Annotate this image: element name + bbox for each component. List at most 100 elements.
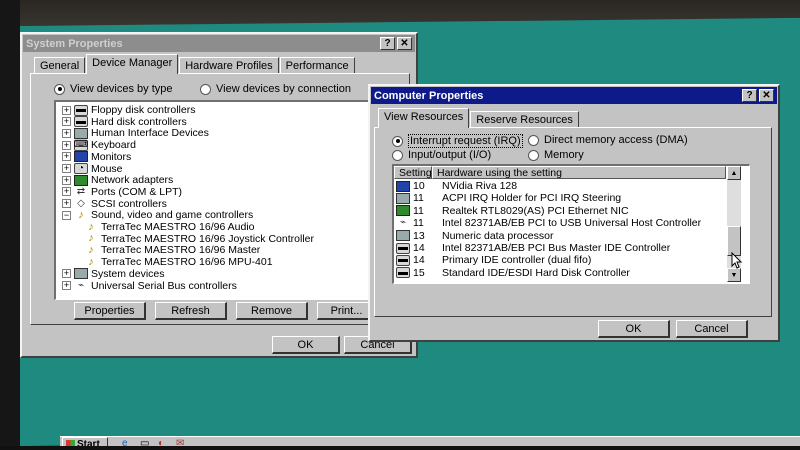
setting-cell: 14 bbox=[413, 242, 425, 254]
help-button[interactable]: ? bbox=[380, 37, 395, 50]
properties-button[interactable]: Properties bbox=[74, 302, 146, 320]
tab-performance[interactable]: Performance bbox=[279, 57, 355, 74]
radio-selected-icon bbox=[392, 135, 403, 147]
tree-item[interactable]: − ♪ Sound, video and game controllers bbox=[62, 209, 253, 221]
expand-icon[interactable]: + bbox=[62, 128, 71, 138]
radio-icon bbox=[528, 134, 539, 146]
expand-icon[interactable]: + bbox=[62, 105, 71, 115]
io-radio[interactable]: Input/output (I/O) bbox=[392, 149, 491, 161]
drive-icon: ▬ bbox=[396, 242, 410, 254]
tree-item[interactable]: + ▬ Hard disk controllers bbox=[62, 116, 187, 128]
expand-icon[interactable]: + bbox=[62, 199, 71, 209]
table-row[interactable]: 13 Numeric data processor bbox=[396, 230, 553, 242]
tree-item-label: Universal Serial Bus controllers bbox=[91, 279, 237, 292]
table-row[interactable]: ▬ 15 Standard IDE/ESDI Hard Disk Controlle… bbox=[396, 267, 630, 279]
tree-item[interactable]: + ▬ Floppy disk controllers bbox=[62, 104, 195, 116]
dma-radio[interactable]: Direct memory access (DMA) bbox=[528, 134, 688, 146]
expand-icon[interactable]: + bbox=[62, 187, 71, 197]
ok-button[interactable]: OK bbox=[598, 320, 670, 338]
refresh-button[interactable]: Refresh bbox=[155, 302, 227, 320]
system-properties-titlebar[interactable]: System Properties ? ✕ bbox=[23, 35, 415, 52]
device-tree[interactable]: + ▬ Floppy disk controllers + ▬ Hard disk con… bbox=[54, 100, 394, 300]
computer-icon bbox=[74, 268, 88, 280]
tree-item[interactable]: + System devices bbox=[62, 268, 165, 280]
tree-item-label: Human Interface Devices bbox=[91, 127, 209, 140]
tree-item[interactable]: + Human Interface Devices bbox=[62, 127, 209, 139]
speaker-icon: ♪ bbox=[88, 255, 94, 268]
tree-item-label: Network adapters bbox=[91, 174, 174, 187]
monitor-icon bbox=[74, 151, 88, 163]
ok-button[interactable]: OK bbox=[272, 336, 340, 354]
resource-list[interactable]: Setting Hardware using the setting 10 NVi… bbox=[392, 164, 750, 284]
tab-general[interactable]: General bbox=[34, 57, 86, 74]
expand-icon[interactable]: + bbox=[62, 164, 71, 173]
tree-item[interactable]: + ◔ Mouse bbox=[62, 163, 123, 175]
collapse-icon[interactable]: − bbox=[62, 210, 71, 220]
tab-device-manager[interactable]: Device Manager bbox=[86, 54, 179, 74]
computer-properties-window: Computer Properties ? ✕ View Resources R… bbox=[368, 84, 780, 342]
table-row[interactable]: ▬ 14 Primary IDE controller (dual fifo) bbox=[396, 254, 591, 266]
hardware-cell: Intel 82371AB/EB PCI to USB Universal Ho… bbox=[442, 217, 702, 230]
view-by-type-radio[interactable]: View devices by type bbox=[54, 83, 173, 95]
tree-item[interactable]: ♪ TerraTec MAESTRO 16/96 MPU-401 bbox=[84, 255, 272, 268]
expand-icon[interactable]: + bbox=[62, 152, 71, 162]
tree-item[interactable]: ♪ TerraTec MAESTRO 16/96 Master bbox=[84, 244, 260, 256]
tree-item[interactable]: + ⌨ Keyboard bbox=[62, 139, 136, 151]
tree-item[interactable]: + ⇄ Ports (COM & LPT) bbox=[62, 186, 182, 198]
tree-item[interactable]: ♪ TerraTec MAESTRO 16/96 Audio bbox=[84, 220, 255, 233]
tab-reserve-resources[interactable]: Reserve Resources bbox=[470, 111, 579, 128]
table-row[interactable]: 11 ACPI IRQ Holder for PCI IRQ Steering bbox=[396, 192, 621, 204]
close-button[interactable]: ✕ bbox=[759, 89, 774, 102]
network-icon bbox=[74, 174, 88, 186]
tree-item[interactable]: + Monitors bbox=[62, 151, 131, 163]
usb-icon: ⌁ bbox=[399, 217, 407, 229]
radio-label: View devices by type bbox=[70, 83, 173, 95]
speaker-icon: ♪ bbox=[88, 220, 94, 233]
column-setting[interactable]: Setting bbox=[394, 166, 432, 179]
column-hardware[interactable]: Hardware using the setting bbox=[432, 166, 726, 179]
setting-cell: 15 bbox=[413, 266, 425, 279]
tab-hardware-profiles[interactable]: Hardware Profiles bbox=[179, 57, 279, 74]
hardware-cell: Standard IDE/ESDI Hard Disk Controller bbox=[442, 266, 630, 279]
hardware-cell: NVidia Riva 128 bbox=[442, 180, 518, 192]
table-row[interactable]: ▬ 14 Intel 82371AB/EB PCI Bus Master IDE C… bbox=[396, 242, 670, 254]
tab-view-resources[interactable]: View Resources bbox=[378, 108, 470, 128]
tree-item-label: TerraTec MAESTRO 16/96 Audio bbox=[101, 221, 255, 233]
tree-item[interactable]: + ⌁ Universal Serial Bus controllers bbox=[62, 280, 237, 292]
setting-cell: 14 bbox=[413, 254, 425, 267]
scroll-up-button[interactable]: ▲ bbox=[727, 166, 741, 180]
tree-item[interactable]: + ◇ SCSI controllers bbox=[62, 198, 167, 210]
view-by-connection-radio[interactable]: View devices by connection bbox=[200, 83, 351, 95]
scroll-down-button[interactable]: ▼ bbox=[727, 268, 741, 282]
tree-item[interactable]: + Network adapters bbox=[62, 174, 173, 186]
expand-icon[interactable]: + bbox=[62, 117, 71, 127]
hardware-cell: Intel 82371AB/EB PCI Bus Master IDE Cont… bbox=[442, 242, 671, 254]
table-row[interactable]: 11 Realtek RTL8029(AS) PCI Ethernet NIC bbox=[396, 205, 629, 217]
table-row[interactable]: 10 NVidia Riva 128 bbox=[396, 180, 517, 192]
radio-label: Memory bbox=[544, 149, 584, 161]
setting-cell: 11 bbox=[413, 217, 424, 230]
memory-radio[interactable]: Memory bbox=[528, 149, 584, 161]
setting-cell: 11 bbox=[413, 204, 424, 217]
expand-icon[interactable]: + bbox=[62, 281, 71, 290]
drive-icon: ▬ bbox=[396, 266, 410, 279]
close-button[interactable]: ✕ bbox=[397, 37, 412, 50]
tree-item[interactable]: ♪ TerraTec MAESTRO 16/96 Joystick Control… bbox=[84, 233, 314, 245]
tree-item-label: Hard disk controllers bbox=[91, 115, 187, 128]
expand-icon[interactable]: + bbox=[62, 175, 71, 185]
remove-button[interactable]: Remove bbox=[236, 302, 308, 320]
table-row[interactable]: ⌁ 11 Intel 82371AB/EB PCI to USB Universal… bbox=[396, 217, 701, 229]
tree-item-label: TerraTec MAESTRO 16/96 Joystick Controll… bbox=[101, 232, 314, 245]
cancel-button[interactable]: Cancel bbox=[676, 320, 748, 338]
list-header: Setting Hardware using the setting bbox=[394, 166, 726, 179]
network-icon bbox=[396, 205, 410, 217]
irq-radio[interactable]: Interrupt request (IRQ) bbox=[392, 134, 523, 148]
help-button[interactable]: ? bbox=[742, 89, 757, 102]
hardware-cell: Numeric data processor bbox=[442, 229, 554, 242]
expand-icon[interactable]: + bbox=[62, 269, 71, 279]
tree-item-label: Ports (COM & LPT) bbox=[91, 185, 183, 198]
drive-icon: ▬ bbox=[396, 254, 410, 266]
expand-icon[interactable]: + bbox=[62, 140, 71, 150]
computer-properties-titlebar[interactable]: Computer Properties ? ✕ bbox=[371, 87, 777, 104]
usb-icon: ⌁ bbox=[77, 279, 85, 291]
